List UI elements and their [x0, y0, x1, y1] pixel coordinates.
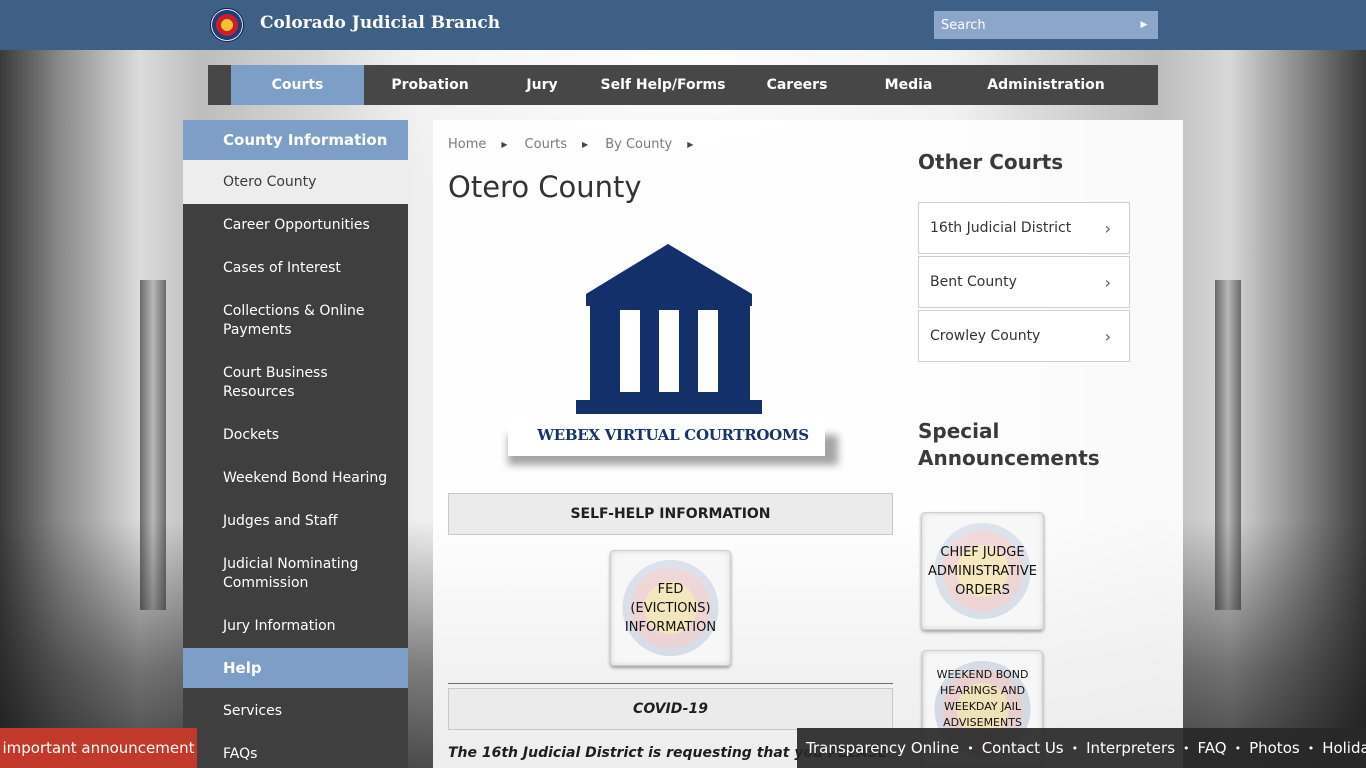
sidebar-item-collections-payments[interactable]: Collections & Online Payments	[183, 290, 408, 352]
chief-judge-label: CHIEF JUDGE ADMINISTRATIVE ORDERS	[928, 544, 1037, 598]
webex-caption: WEBEX VIRTUAL COURTROOMS	[537, 426, 809, 444]
chevron-right-icon: ›	[1104, 326, 1111, 346]
nav-courts[interactable]: Courts	[231, 65, 364, 105]
breadcrumb: Home ▶ Courts ▶ By County ▶	[448, 137, 710, 152]
fed-evictions-information-button[interactable]: FED (EVICTIONS) INFORMATION	[610, 550, 731, 666]
sidebar-item-jury-information[interactable]: Jury Information	[183, 605, 408, 648]
breadcrumb-separator-icon: ▶	[687, 140, 694, 149]
court-link-label: Bent County	[930, 274, 1017, 290]
section-divider	[448, 683, 893, 684]
court-link-label: 16th Judicial District	[930, 220, 1072, 236]
search-submit-arrow-icon[interactable]: ▶	[1130, 11, 1158, 39]
main-navigation: Courts Probation Jury Self Help/Forms Ca…	[208, 65, 1158, 105]
footer-link-photos[interactable]: Photos	[1249, 739, 1300, 757]
footer-quick-links: Transparency Online • Contact Us • Inter…	[797, 728, 1366, 768]
weekend-bond-label: WEEKEND BOND HEARINGS AND WEEKDAY JAIL A…	[936, 668, 1029, 729]
courthouse-icon	[576, 244, 762, 418]
chevron-right-icon: ›	[1104, 218, 1111, 238]
other-court-16th-judicial-district[interactable]: 16th Judicial District ›	[918, 202, 1130, 254]
other-court-crowley-county[interactable]: Crowley County ›	[918, 310, 1130, 362]
footer-separator-dot: •	[1234, 741, 1242, 755]
breadcrumb-home[interactable]: Home	[448, 137, 486, 152]
nav-careers[interactable]: Careers	[738, 65, 856, 105]
sidebar-item-services[interactable]: Services	[183, 688, 408, 733]
sidebar-item-weekend-bond-hearing[interactable]: Weekend Bond Hearing	[183, 457, 408, 500]
chief-judge-administrative-orders-button[interactable]: CHIEF JUDGE ADMINISTRATIVE ORDERS	[921, 512, 1044, 630]
sidebar-item-dockets[interactable]: Dockets	[183, 414, 408, 457]
court-link-label: Crowley County	[930, 328, 1041, 344]
footer-separator-dot: •	[1071, 741, 1079, 755]
footer-link-transparency-online[interactable]: Transparency Online	[806, 739, 959, 757]
footer-separator-dot: •	[1307, 741, 1315, 755]
footer-link-interpreters[interactable]: Interpreters	[1086, 739, 1175, 757]
webex-virtual-courtrooms-link[interactable]: WEBEX VIRTUAL COURTROOMS	[508, 240, 838, 465]
covid-19-heading[interactable]: COVID-19	[448, 688, 893, 730]
self-help-information-heading[interactable]: SELF-HELP INFORMATION	[448, 493, 893, 535]
site-brand-title[interactable]: Colorado Judicial Branch	[260, 13, 500, 33]
sidebar-item-judicial-nominating-commission[interactable]: Judicial Nominating Commission	[183, 543, 408, 605]
sidebar-item-faqs[interactable]: FAQs	[183, 733, 408, 768]
footer-link-faq[interactable]: FAQ	[1198, 739, 1227, 757]
fed-evictions-label: FED (EVICTIONS) INFORMATION	[624, 581, 717, 635]
special-announcements-title: Special Announcements	[918, 419, 1100, 470]
footer-link-holidays[interactable]: Holidays	[1322, 739, 1366, 757]
breadcrumb-separator-icon: ▶	[582, 140, 589, 149]
page-title: Otero County	[448, 170, 642, 204]
breadcrumb-by-county[interactable]: By County	[605, 137, 672, 152]
important-announcement-tab[interactable]: important announcement	[0, 728, 197, 768]
sidebar-heading-county-information: County Information	[183, 120, 408, 160]
sidebar-item-judges-and-staff[interactable]: Judges and Staff	[183, 500, 408, 543]
colorado-courts-seal-logo[interactable]	[210, 8, 244, 42]
site-header: Colorado Judicial Branch ▶	[0, 0, 1366, 50]
footer-separator-dot: •	[967, 741, 974, 755]
breadcrumb-courts[interactable]: Courts	[525, 137, 568, 152]
footer-link-contact-us[interactable]: Contact Us	[982, 739, 1064, 757]
nav-media[interactable]: Media	[856, 65, 961, 105]
search-input[interactable]	[934, 11, 1130, 39]
nav-jury[interactable]: Jury	[496, 65, 588, 105]
search-box: ▶	[934, 11, 1158, 39]
breadcrumb-separator-icon: ▶	[501, 140, 508, 149]
other-court-bent-county[interactable]: Bent County ›	[918, 256, 1130, 308]
left-sidebar: County Information Otero County Career O…	[183, 120, 408, 768]
sidebar-item-cases-of-interest[interactable]: Cases of Interest	[183, 247, 408, 290]
chevron-right-icon: ›	[1104, 272, 1111, 292]
sidebar-item-court-business-resources[interactable]: Court Business Resources	[183, 352, 408, 414]
main-content-panel: Home ▶ Courts ▶ By County ▶ Otero County…	[433, 120, 1183, 768]
footer-separator-dot: •	[1183, 741, 1190, 755]
sidebar-item-otero-county[interactable]: Otero County	[183, 160, 408, 204]
sidebar-item-career-opportunities[interactable]: Career Opportunities	[183, 204, 408, 247]
other-courts-title: Other Courts	[918, 150, 1064, 174]
nav-self-help-forms[interactable]: Self Help/Forms	[588, 65, 738, 105]
nav-administration[interactable]: Administration	[961, 65, 1131, 105]
nav-probation[interactable]: Probation	[364, 65, 496, 105]
sidebar-heading-help: Help	[183, 648, 408, 688]
